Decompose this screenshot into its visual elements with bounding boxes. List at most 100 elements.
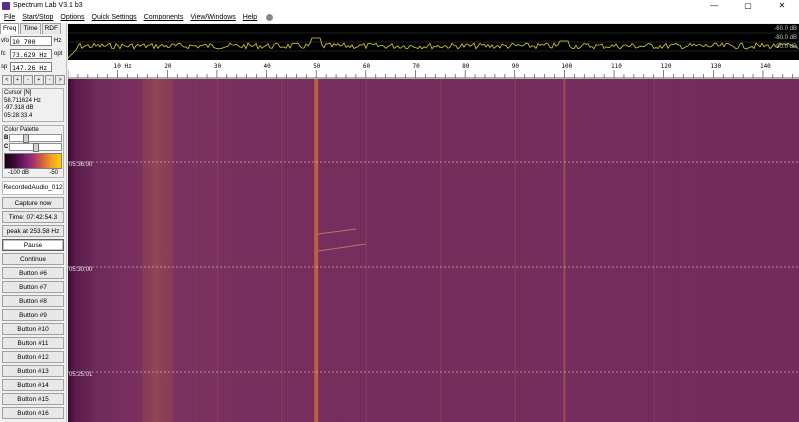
button-10[interactable]: Button #10 (2, 323, 64, 335)
spectrum-plot (68, 32, 799, 59)
waterfall-strong-line (563, 79, 566, 422)
button-6[interactable]: Button #6 (2, 267, 64, 279)
fc-opt-button[interactable]: opt (54, 51, 62, 57)
button-15[interactable]: Button #15 (2, 393, 64, 405)
scale-label: 110 (611, 63, 622, 70)
waterfall-weak-line (653, 79, 655, 422)
palette-gradient[interactable] (4, 153, 62, 169)
waterfall-weak-line (216, 79, 218, 422)
palette-range-labels: -100 dB -50 (4, 170, 62, 176)
cursor-readout: Cursor [N] 58.711624 Hz -97.318 dB 05:28… (2, 88, 64, 122)
cursor-freq: 58.711624 Hz (4, 97, 41, 104)
menu-options[interactable]: Options (60, 14, 84, 21)
scroll-right-button[interactable]: > (55, 75, 66, 85)
scale-label: 80 (462, 63, 470, 70)
recorded-audio-label: RecordedAudio_012 (2, 181, 64, 195)
menu-help[interactable]: Help (243, 14, 257, 21)
button-13[interactable]: Button #13 (2, 365, 64, 377)
capture-now-button[interactable]: Capture now (2, 197, 64, 209)
brightness-slider[interactable]: B (4, 134, 62, 143)
cursor-level: -97.318 dB (4, 105, 34, 111)
peak-display-button[interactable]: peak at 253.58 Hz (2, 225, 64, 237)
span-label: sp (1, 64, 8, 70)
waterfall-band (142, 79, 173, 422)
waterfall-display[interactable]: 05:36:00 05:30:00 05:25:01 (68, 79, 799, 422)
cursor-title: Cursor [N] (4, 90, 32, 96)
control-panel: Freq Time RDF vfo 10 700 000 Hz fc 73.62… (0, 23, 67, 422)
waterfall-weak-line (365, 79, 367, 422)
menu-components[interactable]: Components (144, 14, 184, 21)
minimize-button[interactable]: — (697, 0, 731, 12)
scale-label: 60 (363, 63, 371, 70)
span-increase-button[interactable]: + (34, 75, 44, 85)
title-bar: Spectrum Lab V3.1 b3 — ▢ ✕ (0, 0, 799, 12)
menu-bar: File Start/Stop Options Quick Settings C… (0, 12, 799, 23)
vfo-unit: Hz (54, 38, 62, 44)
scale-label: 40 (264, 63, 272, 70)
menu-file[interactable]: File (4, 14, 15, 21)
span-row: sp 147.26 Hz (0, 61, 66, 73)
db-label-top: -60.0 dB (774, 26, 797, 32)
timestamp-3: 05:25:01 (69, 372, 93, 378)
cursor-time: 05:28:33.4 (4, 112, 33, 119)
waterfall-weak-line (440, 79, 442, 422)
menu-start-stop[interactable]: Start/Stop (22, 14, 53, 21)
button-9[interactable]: Button #9 (2, 309, 64, 321)
scale-label: 70 (412, 63, 420, 70)
scale-label: 140 (760, 63, 771, 70)
spectrum-graph[interactable]: -60.0 dB -80.0 dB -90.0 dB (68, 24, 799, 60)
menu-quick-settings[interactable]: Quick Settings (92, 14, 137, 21)
zoom-in-button[interactable]: + (12, 75, 23, 85)
window-title: Spectrum Lab V3.1 b3 (13, 2, 83, 9)
waterfall-overlay (68, 79, 799, 422)
pause-button[interactable]: Pause (2, 239, 64, 251)
tab-freq[interactable]: Freq (0, 23, 20, 34)
span-field[interactable]: 147.26 Hz (10, 62, 52, 72)
brightness-thumb[interactable] (22, 134, 29, 143)
contrast-slider[interactable]: C (4, 143, 62, 152)
palette-min-label: -100 dB (8, 170, 30, 176)
scale-label: 120 (661, 63, 672, 70)
button-16[interactable]: Button #16 (2, 407, 64, 419)
timestamp-1: 05:36:00 (69, 162, 93, 168)
panel-tabs: Freq Time RDF (0, 23, 66, 34)
spectrum-trace (68, 37, 799, 59)
fc-field[interactable]: 73.629 Hz (10, 49, 52, 59)
time-display-button[interactable]: Time: 07:42:54.3 (2, 211, 64, 223)
vfo-row: vfo 10 700 000 Hz (0, 35, 66, 56)
brightness-track[interactable] (9, 134, 62, 143)
close-button[interactable]: ✕ (765, 0, 799, 12)
scroll-left-button[interactable]: < (2, 75, 12, 85)
waterfall-strong-line (314, 79, 319, 422)
palette-max-label: -50 (49, 170, 58, 176)
button-8[interactable]: Button #8 (2, 295, 64, 307)
waterfall-weak-line (514, 79, 516, 422)
maximize-button[interactable]: ▢ (731, 0, 765, 12)
zoom-buttons: < + - + - > (0, 75, 66, 85)
contrast-track[interactable] (9, 143, 62, 152)
button-14[interactable]: Button #14 (2, 379, 64, 391)
zoom-out-button[interactable]: - (23, 75, 34, 85)
waterfall-trace (318, 243, 366, 252)
waterfall-weak-line (281, 79, 283, 422)
vfo-field[interactable]: 10 700 000 (10, 36, 52, 56)
frequency-scale[interactable]: 10 Hz 20 30 40 50 60 70 80 90 100 110 120 130 140 (68, 60, 799, 79)
span-decrease-button[interactable]: - (44, 75, 55, 85)
db-label-low: -90.0 dB (774, 44, 797, 50)
vfo-label: vfo (1, 38, 10, 44)
status-indicator-icon (266, 14, 274, 21)
contrast-thumb[interactable] (32, 143, 39, 152)
scale-label: 20 (164, 63, 172, 70)
button-12[interactable]: Button #12 (2, 351, 64, 363)
window-controls: — ▢ ✕ (697, 0, 799, 12)
scale-label: 50 (313, 63, 321, 70)
color-palette-box: Color Palette B C -100 dB -50 (2, 125, 64, 178)
button-11[interactable]: Button #11 (2, 337, 64, 349)
tab-time[interactable]: Time (20, 23, 41, 34)
fc-row: fc 73.629 Hz opt (0, 48, 66, 60)
continue-button[interactable]: Continue (2, 253, 64, 265)
tab-rdf[interactable]: RDF (41, 23, 61, 34)
button-7[interactable]: Button #7 (2, 281, 64, 293)
palette-title: Color Palette (4, 127, 39, 133)
menu-view-windows[interactable]: View/Windows (190, 14, 235, 21)
